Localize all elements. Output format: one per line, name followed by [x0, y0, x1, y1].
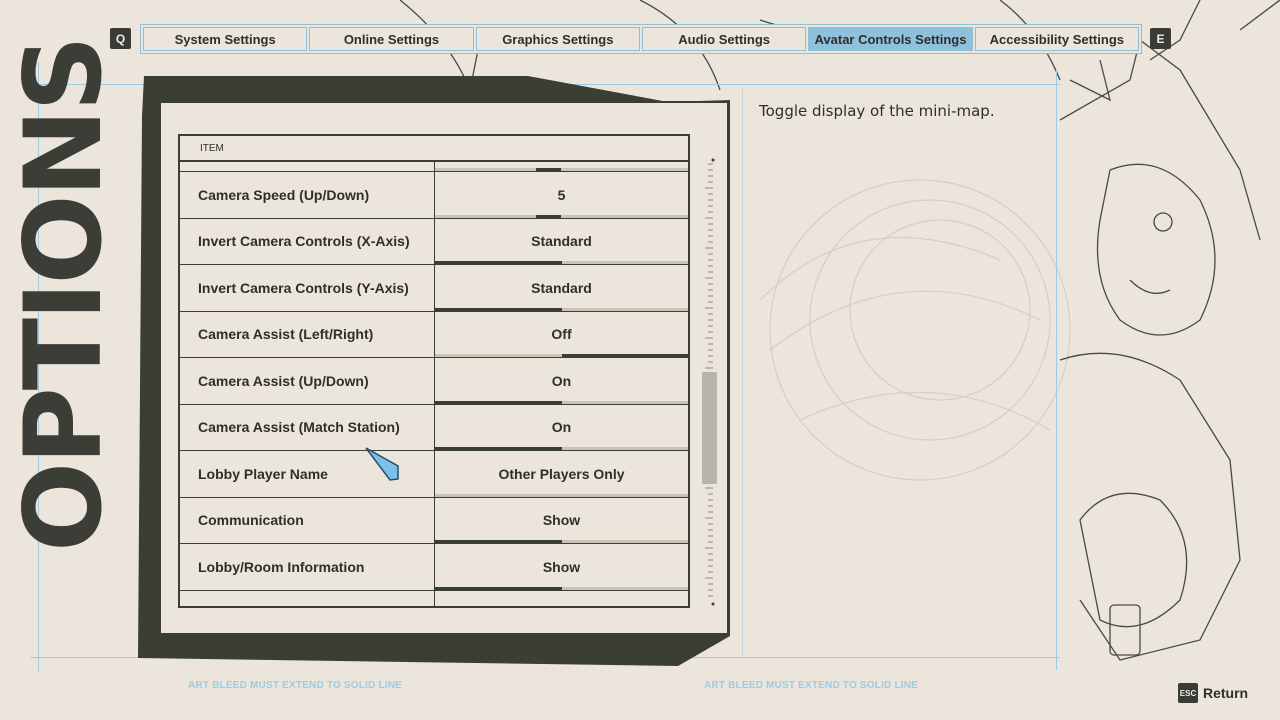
setting-label: Controls Guide — [180, 590, 435, 606]
table-header: ITEM — [180, 136, 688, 162]
setting-label: Camera Assist (Up/Down) — [180, 358, 435, 404]
tab-accessibility-settings[interactable]: Accessibility Settings — [974, 27, 1139, 51]
table-row[interactable]: Invert Camera Controls (X-Axis) Standard — [180, 218, 688, 265]
setting-value[interactable]: Off — [435, 312, 688, 357]
setting-value[interactable]: Standard — [435, 219, 688, 264]
return-label: Return — [1203, 685, 1249, 701]
setting-value-text: On — [551, 419, 572, 436]
value-bar — [435, 261, 688, 264]
page-title: OPTIONS — [2, 38, 125, 552]
value-bar — [435, 586, 688, 590]
value-bar-fill — [536, 214, 562, 218]
row-value-empty — [435, 162, 688, 171]
setting-value[interactable]: 5 — [435, 172, 688, 218]
setting-label: Camera Speed (Up/Down) — [180, 172, 435, 218]
bleed-note-right: ART BLEED MUST EXTEND TO SOLID LINE — [704, 680, 919, 691]
row-label-empty — [180, 162, 435, 171]
value-bar-fill — [435, 586, 562, 590]
esc-key: ESC — [1178, 683, 1198, 703]
value-bar — [435, 307, 688, 311]
value-bar — [435, 214, 688, 218]
setting-label: Communication — [180, 497, 435, 543]
setting-value[interactable]: Standard — [435, 265, 688, 311]
setting-value-text: On — [551, 372, 572, 389]
table-row[interactable]: Camera Speed (Up/Down) 5 — [180, 172, 688, 219]
table-row[interactable]: Camera Assist (Left/Right) Off — [180, 311, 688, 358]
setting-value[interactable]: On — [435, 358, 688, 404]
table-row[interactable]: Communication Show — [180, 497, 688, 544]
tab-audio-settings[interactable]: Audio Settings — [641, 27, 807, 51]
tab-online-settings[interactable]: Online Settings — [309, 27, 474, 51]
setting-label: Lobby/Room Information — [180, 544, 435, 590]
scrollbar-thumb[interactable] — [702, 372, 717, 484]
table-row[interactable]: Lobby/Room Information Show — [180, 544, 688, 591]
value-bar-fill — [435, 400, 562, 404]
guide-line-right — [1056, 70, 1057, 670]
setting-value[interactable]: Show — [435, 544, 688, 590]
bleed-note-left: ART BLEED MUST EXTEND TO SOLID LINE — [188, 680, 403, 691]
value-bar — [435, 354, 688, 357]
setting-value[interactable]: On — [435, 405, 688, 450]
table-row[interactable]: Controls Guide Show — [180, 590, 688, 606]
value-bar — [435, 168, 688, 171]
value-bar — [435, 540, 688, 543]
table-row[interactable]: Lobby Player Name Other Players Only — [180, 451, 688, 498]
setting-value-text: Show — [542, 558, 581, 575]
value-bar-fill — [435, 447, 562, 450]
value-bar-fill — [435, 307, 562, 311]
setting-value-text: 5 — [557, 186, 566, 203]
value-bar — [435, 447, 688, 450]
panel-divider — [742, 86, 743, 656]
setting-label: Invert Camera Controls (Y-Axis) — [180, 265, 435, 311]
value-bar — [435, 400, 688, 404]
setting-value[interactable]: Show — [435, 591, 688, 606]
table-row-partial — [180, 162, 688, 172]
table-row[interactable]: Invert Camera Controls (Y-Axis) Standard — [180, 265, 688, 312]
pointer-cursor-icon — [365, 447, 399, 481]
value-bar-fill — [561, 354, 688, 357]
setting-value-text: Show — [542, 512, 581, 529]
tab-graphics-settings[interactable]: Graphics Settings — [475, 27, 640, 51]
setting-label: Invert Camera Controls (X-Axis) — [180, 218, 435, 264]
setting-description: Toggle display of the mini-map. — [759, 102, 995, 120]
value-bar-fill — [435, 540, 562, 543]
settings-table: ITEM Camera Speed (Up/Down) 5 Invert Camer… — [178, 134, 690, 608]
tab-avatar-controls-settings[interactable]: Avatar Controls Settings — [808, 27, 973, 51]
settings-tab-bar: System Settings Online Settings Graphics… — [140, 24, 1142, 54]
value-bar — [435, 493, 688, 497]
table-row[interactable]: Camera Assist (Match Station) On — [180, 404, 688, 451]
setting-value-text: Show — [543, 605, 580, 606]
value-bar-fill — [435, 261, 562, 264]
setting-value[interactable]: Other Players Only — [435, 451, 688, 497]
setting-label: Camera Assist (Match Station) — [180, 404, 435, 450]
return-button[interactable]: ESC Return — [1178, 683, 1248, 703]
setting-value[interactable]: Show — [435, 498, 688, 543]
setting-value-text: Off — [551, 326, 572, 343]
setting-value-text: Standard — [531, 279, 592, 296]
setting-value-text: Standard — [531, 233, 592, 250]
setting-value-text: Other Players Only — [498, 465, 625, 482]
table-row[interactable]: Camera Assist (Up/Down) On — [180, 358, 688, 405]
tab-system-settings[interactable]: System Settings — [143, 27, 308, 51]
setting-label: Camera Assist (Left/Right) — [180, 311, 435, 357]
next-tab-key[interactable]: E — [1150, 28, 1171, 49]
